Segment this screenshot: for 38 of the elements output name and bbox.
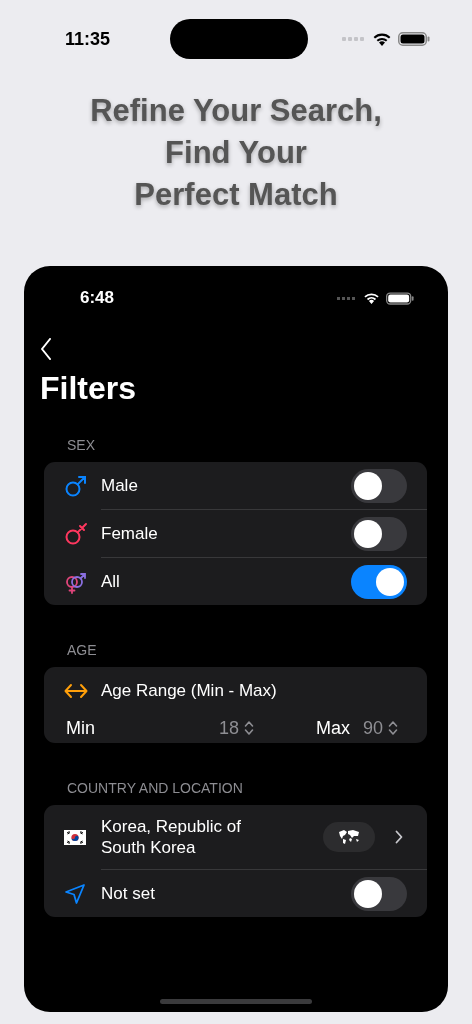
chevron-right-icon[interactable]: [395, 830, 403, 844]
battery-icon: [386, 291, 414, 305]
map-button[interactable]: [323, 822, 375, 852]
back-icon[interactable]: [40, 338, 52, 360]
section-header: COUNTRY AND LOCATION: [66, 779, 244, 797]
flag-icon: [64, 829, 86, 845]
signal-icon: [342, 37, 366, 41]
max-label: Max: [316, 716, 350, 740]
wifi-icon: [372, 32, 392, 46]
option-label: Male: [101, 474, 139, 497]
male-sign-icon: [64, 473, 88, 498]
min-value[interactable]: 18: [218, 714, 239, 742]
min-label: Min: [66, 716, 96, 740]
status-time: 11:35: [65, 27, 112, 51]
option-label: Not set: [101, 882, 156, 905]
signal-icon: [337, 296, 357, 300]
toggle-switch[interactable]: [351, 564, 407, 599]
screen-title: Filters: [39, 369, 138, 408]
location-arrow-icon: [64, 882, 86, 905]
female-sign-icon: [64, 521, 88, 546]
section-header: SEX: [66, 436, 96, 454]
headline: Refine Your Search, Find Your Perfect Match: [90, 92, 382, 214]
status-time: 6:48: [80, 287, 115, 310]
option-label: Female: [101, 522, 159, 545]
toggle-switch[interactable]: [351, 876, 407, 911]
toggle-switch[interactable]: [351, 516, 407, 551]
country-name[interactable]: Korea, Republic of South Korea: [101, 816, 323, 858]
wifi-icon: [363, 292, 380, 304]
toggle-switch[interactable]: [351, 468, 407, 503]
battery-icon: [398, 32, 430, 46]
option-label: All: [101, 570, 121, 593]
left-right-arrow-icon: [64, 683, 88, 699]
option-label: Age Range (Min - Max): [101, 680, 277, 703]
stepper-chevrons-icon[interactable]: [244, 720, 254, 736]
world-map-icon: [338, 829, 360, 845]
max-value[interactable]: 90: [362, 714, 383, 742]
section-header: AGE: [66, 641, 98, 659]
stepper-chevrons-icon[interactable]: [388, 720, 398, 736]
